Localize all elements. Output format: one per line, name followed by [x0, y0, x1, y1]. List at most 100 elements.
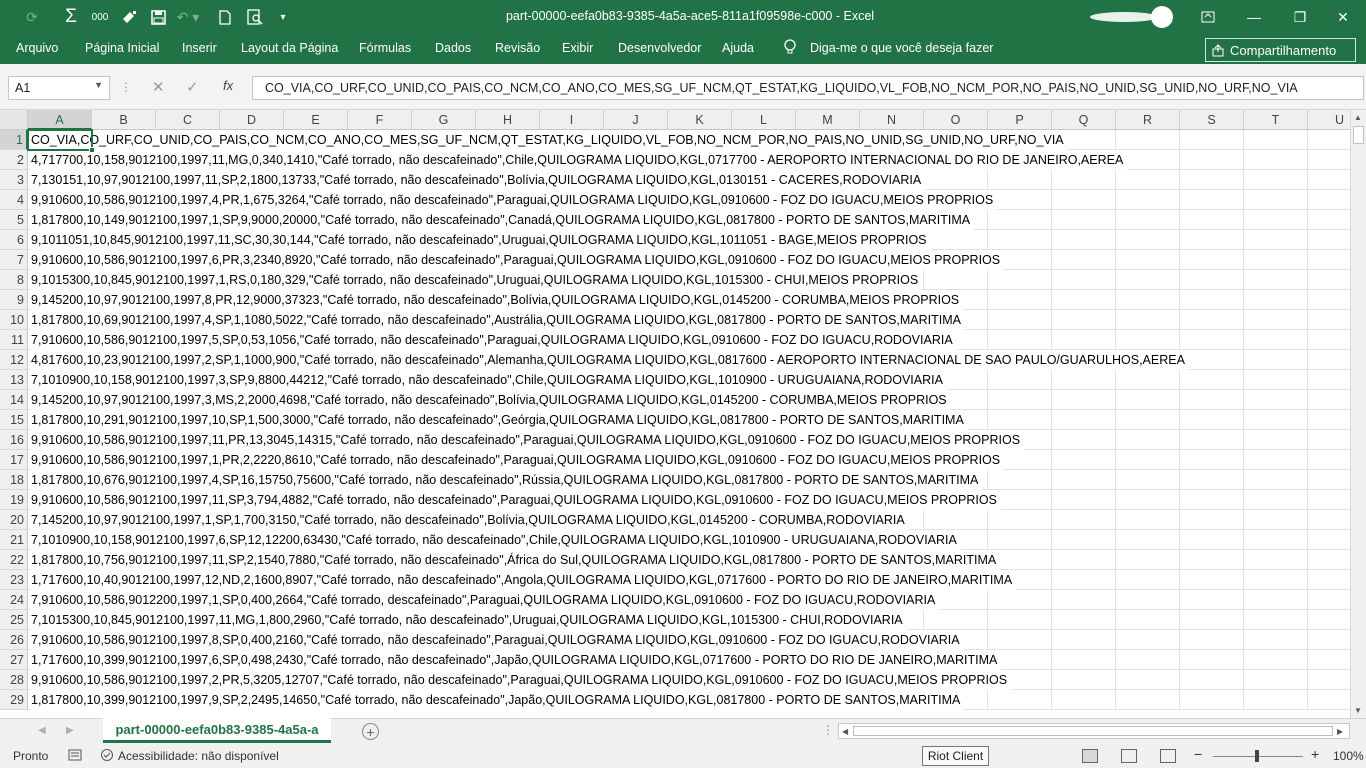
cell-a-text[interactable]: 7,910600,10,586,9012100,1997,5,SP,0,53,1…	[31, 330, 957, 350]
column-header-l[interactable]: L	[732, 110, 796, 130]
row-header[interactable]: 15	[0, 410, 28, 430]
format-painter-icon[interactable]	[118, 7, 140, 27]
undo-icon[interactable]: ↶ ▾	[176, 7, 200, 27]
restore-button[interactable]: ❐	[1277, 0, 1323, 34]
sheet-tab-active[interactable]: part-00000-eefa0b83-9385-4a5a-a	[103, 718, 331, 743]
row-header[interactable]: 12	[0, 350, 28, 370]
share-button[interactable]: Compartilhamento	[1205, 38, 1356, 62]
cell-a-text[interactable]: 7,130151,10,97,9012100,1997,11,SP,2,1800…	[31, 170, 926, 190]
column-header-k[interactable]: K	[668, 110, 732, 130]
column-header-t[interactable]: T	[1244, 110, 1308, 130]
cell-a-text[interactable]: 1,717600,10,399,9012100,1997,6,SP,0,498,…	[31, 650, 1002, 670]
column-header-u[interactable]: U	[1308, 110, 1350, 130]
row-header[interactable]: 24	[0, 590, 28, 610]
row-header[interactable]: 1	[0, 130, 28, 150]
cancel-icon[interactable]: ✕	[152, 78, 165, 96]
horizontal-scroll-thumb[interactable]	[853, 726, 1333, 736]
row-header[interactable]: 19	[0, 490, 28, 510]
tab-arquivo[interactable]: Arquivo	[16, 41, 58, 55]
row-header[interactable]: 6	[0, 230, 28, 250]
tab-revisao[interactable]: Revisão	[495, 41, 540, 55]
tab-ajuda[interactable]: Ajuda	[722, 41, 754, 55]
cell-a-text[interactable]: 9,145200,10,97,9012100,1997,3,MS,2,2000,…	[31, 390, 951, 410]
column-header-m[interactable]: M	[796, 110, 860, 130]
zoom-out-button[interactable]: −	[1194, 746, 1202, 762]
row-header[interactable]: 29	[0, 690, 28, 710]
page-layout-view-icon[interactable]	[1121, 749, 1137, 763]
column-header-d[interactable]: D	[220, 110, 284, 130]
row-header[interactable]: 16	[0, 430, 28, 450]
column-header-e[interactable]: E	[284, 110, 348, 130]
row-header[interactable]: 7	[0, 250, 28, 270]
active-cell-selection[interactable]	[27, 129, 95, 153]
autosave-icon[interactable]: ⟳	[22, 7, 42, 27]
save-icon[interactable]	[147, 7, 169, 27]
insert-function-icon[interactable]: fx	[223, 78, 233, 93]
column-header-q[interactable]: Q	[1052, 110, 1116, 130]
formula-input[interactable]: CO_VIA,CO_URF,CO_UNID,CO_PAIS,CO_NCM,CO_…	[252, 76, 1364, 100]
prev-sheet-icon[interactable]: ◀	[38, 725, 46, 736]
column-header-i[interactable]: I	[540, 110, 604, 130]
tab-dados[interactable]: Dados	[435, 41, 471, 55]
add-sheet-button[interactable]: +	[362, 723, 379, 740]
next-sheet-icon[interactable]: ▶	[66, 725, 74, 736]
cell-a-text[interactable]: 9,910600,10,586,9012100,1997,4,PR,1,675,…	[31, 190, 998, 210]
print-preview-icon[interactable]	[244, 7, 268, 27]
cell-a-text[interactable]: CO_VIA,CO_URF,CO_UNID,CO_PAIS,CO_NCM,CO_…	[31, 130, 1068, 150]
cell-a-text[interactable]: 1,817800,10,676,9012100,1997,4,SP,16,157…	[31, 470, 983, 490]
cell-a-text[interactable]: 9,910600,10,586,9012100,1997,2,PR,5,3205…	[31, 670, 1012, 690]
row-header[interactable]: 28	[0, 670, 28, 690]
scroll-right-icon[interactable]: ▶	[1337, 727, 1343, 736]
customize-quick-access-icon[interactable]: ▾	[276, 7, 290, 27]
cell-a-text[interactable]: 7,1010900,10,158,9012100,1997,3,SP,9,880…	[31, 370, 947, 390]
column-header-f[interactable]: F	[348, 110, 412, 130]
tab-inserir[interactable]: Inserir	[182, 41, 217, 55]
new-document-icon[interactable]	[215, 7, 235, 27]
scroll-left-icon[interactable]: ◀	[842, 727, 848, 736]
minimize-button[interactable]: —	[1231, 0, 1277, 34]
column-header-j[interactable]: J	[604, 110, 668, 130]
tab-layout-da-pagina[interactable]: Layout da Página	[241, 41, 338, 55]
row-header[interactable]: 4	[0, 190, 28, 210]
macro-record-icon[interactable]	[68, 748, 82, 765]
cell-a-text[interactable]: 9,910600,10,586,9012100,1997,1,PR,2,2220…	[31, 450, 1005, 470]
zoom-in-button[interactable]: +	[1311, 746, 1319, 762]
autosum-icon[interactable]: Σ	[60, 6, 82, 27]
row-header[interactable]: 23	[0, 570, 28, 590]
normal-view-icon[interactable]	[1082, 749, 1098, 763]
format-number-icon[interactable]: 000	[89, 7, 111, 27]
sheet-splitter-icon[interactable]: ⋮	[822, 723, 834, 737]
name-box[interactable]: A1 ▼	[8, 76, 110, 100]
column-header-h[interactable]: H	[476, 110, 540, 130]
column-header-s[interactable]: S	[1180, 110, 1244, 130]
cell-a-text[interactable]: 9,1015300,10,845,9012100,1997,1,RS,0,180…	[31, 270, 923, 290]
row-header[interactable]: 25	[0, 610, 28, 630]
vertical-scrollbar[interactable]: ▲ ▼	[1350, 110, 1366, 718]
cell-a-text[interactable]: 7,145200,10,97,9012100,1997,1,SP,1,700,3…	[31, 510, 909, 530]
column-header-g[interactable]: G	[412, 110, 476, 130]
column-header-b[interactable]: B	[92, 110, 156, 130]
close-button[interactable]: ✕	[1320, 0, 1366, 34]
cell-a-text[interactable]: 9,910600,10,586,9012100,1997,11,PR,13,30…	[31, 430, 1025, 450]
row-header[interactable]: 5	[0, 210, 28, 230]
column-header-p[interactable]: P	[988, 110, 1052, 130]
cell-a-text[interactable]: 1,817800,10,756,9012100,1997,11,SP,2,154…	[31, 550, 1001, 570]
scroll-down-icon[interactable]: ▼	[1354, 706, 1362, 715]
column-header-a[interactable]: A	[28, 110, 92, 130]
cell-a-text[interactable]: 4,817600,10,23,9012100,1997,2,SP,1,1000,…	[31, 350, 1189, 370]
row-header[interactable]: 26	[0, 630, 28, 650]
column-header-n[interactable]: N	[860, 110, 924, 130]
enter-icon[interactable]: ✓	[186, 78, 199, 96]
cell-a-text[interactable]: 1,817800,10,399,9012100,1997,9,SP,2,2495…	[31, 690, 965, 710]
row-header[interactable]: 9	[0, 290, 28, 310]
column-header-o[interactable]: O	[924, 110, 988, 130]
row-header[interactable]: 10	[0, 310, 28, 330]
cell-a-text[interactable]: 7,910600,10,586,9012100,1997,8,SP,0,400,…	[31, 630, 964, 650]
ribbon-display-options-icon[interactable]	[1185, 0, 1231, 34]
row-header[interactable]: 20	[0, 510, 28, 530]
zoom-level[interactable]: 100%	[1333, 749, 1364, 763]
column-header-c[interactable]: C	[156, 110, 220, 130]
spreadsheet-grid[interactable]: ABCDEFGHIJKLMNOPQRSTU 1 CO_VIA,CO_URF,CO_…	[0, 110, 1350, 718]
cell-a-text[interactable]: 9,910600,10,586,9012100,1997,6,PR,3,2340…	[31, 250, 1005, 270]
accessibility-icon[interactable]	[100, 748, 114, 765]
